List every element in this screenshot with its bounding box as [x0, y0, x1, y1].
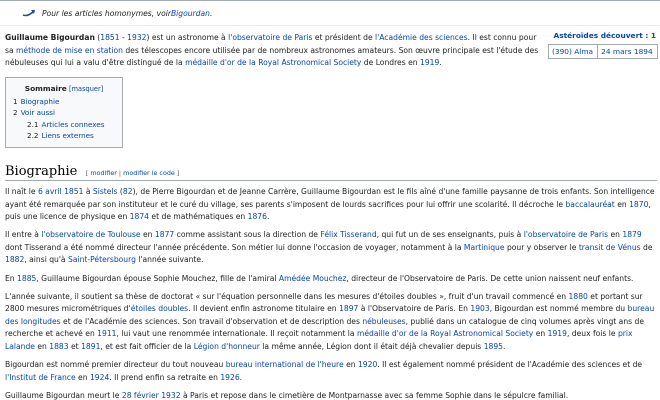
edit-code-link[interactable]: modifier le code — [123, 169, 175, 177]
link-year-1897[interactable]: 1897 — [339, 304, 358, 313]
link-year-1885[interactable]: 1885 — [17, 274, 36, 283]
asteroid-table: (390) Alma 24 mars 1894 — [547, 44, 658, 59]
link-year-1879[interactable]: 1879 — [622, 230, 641, 239]
link-year-1891[interactable]: 1891 — [81, 342, 100, 351]
link-year-1895[interactable]: 1895 — [484, 342, 503, 351]
link-year-1876[interactable]: 1876 — [248, 212, 267, 221]
link-dept-82[interactable]: 82 — [123, 187, 133, 196]
link-death-year[interactable]: 1932 — [127, 33, 146, 42]
link-year-1882[interactable]: 1882 — [5, 255, 24, 264]
infobox-label-link[interactable]: Astéroïdes — [554, 31, 599, 40]
link-year-1926[interactable]: 1926 — [220, 373, 239, 382]
paragraph-career-start: Il entre à l'observatoire de Toulouse en… — [5, 230, 653, 265]
link-observatoire-paris[interactable]: l'observatoire de Paris — [228, 33, 312, 42]
toc-item-biographie[interactable]: 1 Biographie — [13, 96, 115, 107]
link-year-1920[interactable]: 1920 — [358, 360, 377, 369]
biography-body: Il naît le 6 avril 1851 à Sistels (82), … — [5, 186, 657, 400]
infobox-header: Astéroïdes découvert : 1 — [553, 31, 656, 40]
link-year-1911[interactable]: 1911 — [97, 329, 116, 338]
paragraph-thesis: L'année suivante, il soutient sa thèse d… — [5, 291, 655, 352]
link-year-1883[interactable]: 1883 — [49, 342, 68, 351]
link-medaille-ras-2[interactable]: médaille d'or de la Royal Astronomical S… — [357, 329, 533, 338]
table-of-contents: Sommaire [masquer] 1 Biographie 2 Voir aus… — [5, 77, 123, 148]
link-etoiles-doubles[interactable]: étoiles doubles — [131, 304, 188, 313]
link-baccalaureat[interactable]: baccalauréat — [565, 200, 614, 209]
hatnote-separator — [0, 25, 660, 26]
intro-paragraph: Guillaume Bigourdan (1851 - 1932) est un… — [5, 33, 539, 68]
link-year-1874[interactable]: 1874 — [130, 212, 149, 221]
toc-item-voir-aussi[interactable]: 2 Voir aussi — [13, 107, 115, 118]
asteroid-infobox: Astéroïdes découvert : 1 (390) Alma 24 m… — [547, 31, 658, 59]
paragraph-marriage: En 1885, Guillaume Bigourdan épouse Soph… — [5, 273, 634, 283]
paragraph-birth: Il naît le 6 avril 1851 à Sistels (82), … — [5, 187, 655, 222]
link-legion-honneur[interactable]: Légion d'honneur — [194, 342, 260, 351]
hatnote-text: Pour les articles homonymes, voir — [42, 8, 171, 18]
link-year-1903[interactable]: 1903 — [470, 304, 489, 313]
link-bureau-international-heure[interactable]: bureau international de l'heure — [226, 360, 344, 369]
hatnote-link[interactable]: Bigourdan — [171, 9, 210, 18]
link-methode-mise-en-station[interactable]: méthode de mise en station — [16, 46, 123, 55]
link-institut-de-france[interactable]: l'Institut de France — [5, 373, 76, 382]
toc-item-liens-externes[interactable]: 2.2 Liens externes — [13, 130, 115, 141]
asteroid-name-cell[interactable]: (390) Alma — [547, 44, 599, 59]
link-year-1877[interactable]: 1877 — [155, 230, 174, 239]
paragraph-bih: Bigourdan est nommé premier directeur du… — [5, 360, 643, 382]
section-heading-biographie: Biographie [ modifier | modifier le code… — [5, 164, 657, 181]
link-observatoire-toulouse[interactable]: l'observatoire de Toulouse — [41, 230, 140, 239]
link-year-1924[interactable]: 1924 — [90, 373, 109, 382]
section-title: Biographie — [5, 164, 78, 179]
link-birth-date[interactable]: 6 avril 1851 — [38, 187, 83, 196]
link-year-1870[interactable]: 1870 — [629, 200, 648, 209]
toc-hide-toggle[interactable]: [masquer] — [69, 85, 103, 93]
link-nebuleuses[interactable]: nébuleuses — [362, 317, 405, 326]
edit-link[interactable]: modifier — [90, 169, 117, 177]
link-year-1919[interactable]: 1919 — [420, 58, 439, 67]
link-death-date[interactable]: 28 février 1932 — [122, 391, 181, 400]
toc-title: Sommaire [masquer] — [24, 84, 104, 93]
link-academie-sciences[interactable]: l'Académie des sciences — [375, 33, 468, 42]
link-sistels[interactable]: Sistels — [93, 187, 118, 196]
link-saint-petersbourg[interactable]: Saint-Pétersbourg — [68, 255, 136, 264]
hatnote: Pour les articles homonymes, voir Bigour… — [22, 8, 212, 18]
toc-item-articles-connexes[interactable]: 2.1 Articles connexes — [13, 119, 115, 130]
disambiguation-arrow-icon — [22, 10, 35, 17]
section-edit-links: [ modifier | modifier le code ] — [85, 169, 180, 177]
link-year-1919-2[interactable]: 1919 — [548, 329, 567, 338]
link-year-1880[interactable]: 1880 — [569, 292, 588, 301]
table-row: (390) Alma 24 mars 1894 — [547, 44, 658, 59]
link-felix-tisserand[interactable]: Félix Tisserand — [320, 230, 376, 239]
link-medaille-ras[interactable]: médaille d'or de la Royal Astronomical S… — [185, 58, 361, 67]
article-subject: Guillaume Bigourdan — [5, 33, 95, 42]
top-border — [0, 0, 660, 1]
link-birth-year[interactable]: 1851 — [100, 33, 119, 42]
paragraph-death: Guillaume Bigourdan meurt le 28 février … — [5, 390, 569, 400]
link-amedee-mouchez[interactable]: Amédée Mouchez — [279, 274, 347, 283]
link-observatoire-paris-2[interactable]: l'observatoire de Paris — [524, 230, 608, 239]
asteroid-date-cell[interactable]: 24 mars 1894 — [597, 44, 658, 59]
link-transit-venus[interactable]: transit de Vénus — [579, 243, 641, 252]
link-martinique[interactable]: Martinique — [464, 243, 505, 252]
